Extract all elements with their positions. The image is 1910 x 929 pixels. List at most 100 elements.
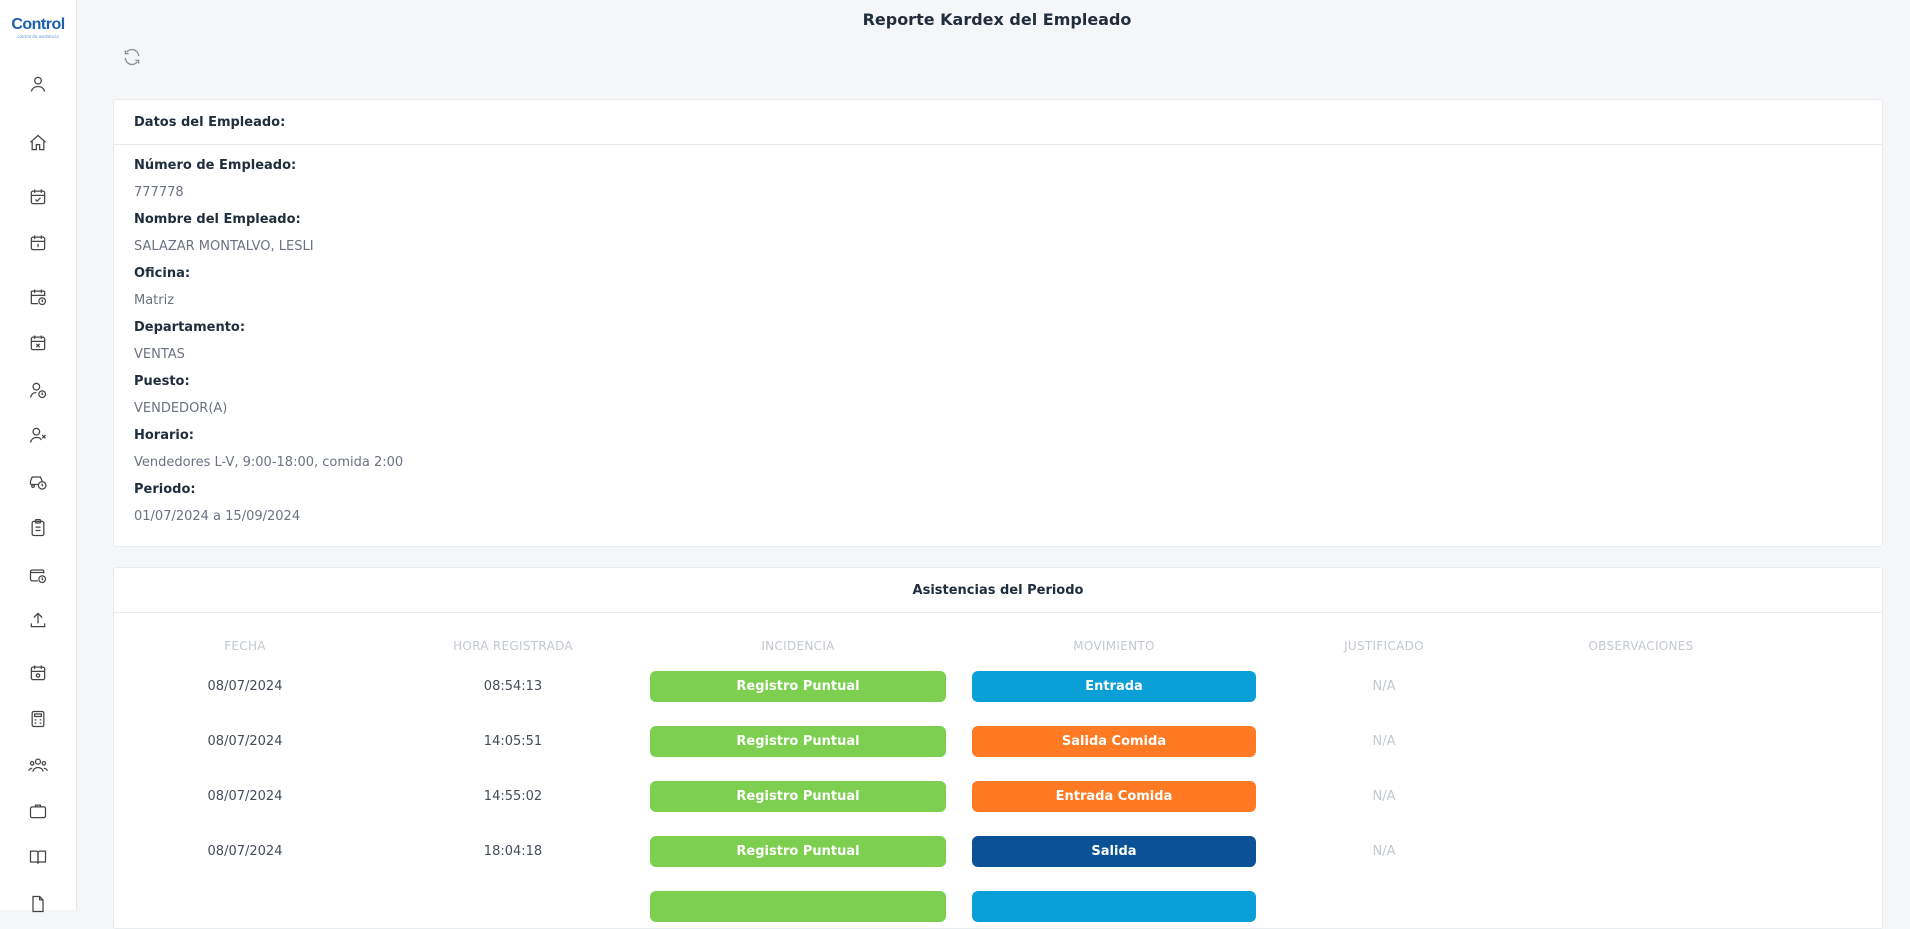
- user-icon: [30, 76, 46, 92]
- column-header-incidencia[interactable]: INCIDENCIA: [650, 639, 946, 653]
- upload-icon: [30, 612, 46, 628]
- sidebar: Control control de asistencia: [0, 0, 77, 913]
- cell-movimiento: Salida Comida: [946, 726, 1282, 757]
- employee-info: Número de Empleado: 777778 Nombre del Em…: [114, 145, 1882, 541]
- book-icon: [29, 850, 47, 864]
- position-label: Puesto:: [134, 374, 190, 389]
- employee-card-header: Datos del Empleado:: [114, 100, 1882, 145]
- column-header-fecha[interactable]: FECHA: [114, 639, 376, 653]
- cell-hora: 08:54:13: [483, 679, 543, 694]
- department-value: VENTAS: [134, 347, 185, 362]
- incidencia-badge: Registro Puntual: [650, 726, 946, 757]
- document-icon: [32, 895, 44, 913]
- wallet-clock-icon: [29, 569, 47, 584]
- column-header-observaciones[interactable]: OBSERVACIONES: [1486, 639, 1796, 653]
- office-value: Matriz: [134, 293, 175, 308]
- attendance-card: Asistencias del Periodo FECHA HORA REGIS…: [113, 567, 1883, 929]
- column-header-hora[interactable]: HORA REGISTRADA: [376, 639, 650, 653]
- clipboard-icon: [31, 519, 45, 537]
- briefcase-icon: [29, 804, 47, 819]
- user-x-icon: [29, 427, 46, 443]
- cell-incidencia: Registro Puntual: [650, 781, 946, 812]
- calendar-x-icon: [30, 335, 46, 351]
- users-icon: [28, 758, 48, 772]
- sidebar-item-calendar-clock[interactable]: [24, 283, 52, 311]
- schedule-label: Horario:: [134, 428, 194, 443]
- employee-name-value: SALAZAR MONTALVO, LESLI: [134, 239, 314, 254]
- home-icon: [30, 134, 46, 151]
- period-value: 01/07/2024 a 15/09/2024: [134, 509, 301, 524]
- sidebar-item-upload[interactable]: [24, 606, 52, 634]
- cell-hora: 14:55:02: [483, 789, 543, 804]
- user-clock-icon: [29, 382, 47, 399]
- column-header-movimiento[interactable]: MOVIMIENTO: [946, 639, 1282, 653]
- column-header-justificado[interactable]: JUSTIFICADO: [1282, 639, 1486, 653]
- sidebar-item-calendar-star[interactable]: [24, 659, 52, 687]
- cell-justificado: N/A: [1372, 679, 1396, 694]
- cell-justificado: N/A: [1372, 734, 1396, 749]
- schedule-value: Vendedores L-V, 9:00-18:00, comida 2:00: [134, 455, 404, 470]
- incidencia-badge: Registro Puntual: [650, 781, 946, 812]
- movimiento-badge: Salida Comida: [972, 726, 1256, 757]
- sidebar-item-car-clock[interactable]: [24, 468, 52, 496]
- cell-movimiento: Entrada: [946, 671, 1282, 702]
- cell-incidencia: Registro Puntual: [650, 836, 946, 867]
- sidebar-item-user-clock[interactable]: [24, 376, 52, 404]
- sidebar-item-user-x[interactable]: [24, 421, 52, 449]
- sidebar-item-calendar-x[interactable]: [24, 329, 52, 357]
- sidebar-item-clipboard[interactable]: [24, 514, 52, 542]
- table-row: 08/07/2024 14:05:51 Registro Puntual Sal…: [114, 714, 1882, 769]
- calendar-star-icon: [30, 665, 46, 681]
- attendance-card-header: Asistencias del Periodo: [114, 568, 1882, 613]
- cell-incidencia: Registro Puntual: [650, 671, 946, 702]
- movimiento-badge: Entrada: [972, 671, 1256, 702]
- incidencia-badge: [650, 891, 946, 922]
- cell-movimiento: Entrada Comida: [946, 781, 1282, 812]
- cell-movimiento: Salida: [946, 836, 1282, 867]
- sidebar-item-wallet-clock[interactable]: [24, 561, 52, 589]
- refresh-button[interactable]: [119, 44, 145, 70]
- incidencia-badge: Registro Puntual: [650, 836, 946, 867]
- attendance-table-header: FECHA HORA REGISTRADA INCIDENCIA MOVIMIE…: [114, 613, 1882, 659]
- employee-card: Datos del Empleado: Número de Empleado: …: [113, 99, 1883, 547]
- movimiento-badge: [972, 891, 1256, 922]
- department-label: Departamento:: [134, 320, 246, 335]
- movimiento-badge: Salida: [972, 836, 1256, 867]
- table-row: 08/07/2024 08:54:13 Registro Puntual Ent…: [114, 659, 1882, 714]
- cell-movimiento: [946, 891, 1282, 922]
- calendar-day-icon: [30, 235, 46, 251]
- movimiento-badge: Entrada Comida: [972, 781, 1256, 812]
- table-row: 08/07/2024 14:55:02 Registro Puntual Ent…: [114, 769, 1882, 824]
- cell-fecha: 08/07/2024: [207, 734, 283, 749]
- car-clock-icon: [29, 476, 47, 490]
- sidebar-item-book[interactable]: [24, 843, 52, 871]
- employee-number-label: Número de Empleado:: [134, 158, 297, 173]
- sidebar-item-home[interactable]: [24, 129, 52, 157]
- table-row: [114, 879, 1882, 928]
- sidebar-item-calendar-check[interactable]: [24, 183, 52, 211]
- app-logo[interactable]: Control control de asistencia: [10, 16, 66, 44]
- calculator-icon: [31, 710, 45, 728]
- cell-fecha: 08/07/2024: [207, 789, 283, 804]
- incidencia-badge: Registro Puntual: [650, 671, 946, 702]
- logo-text: Control: [11, 16, 65, 33]
- cell-justificado: N/A: [1372, 844, 1396, 859]
- logo-subtitle: control de asistencia: [17, 34, 59, 39]
- position-value: VENDEDOR(A): [134, 401, 228, 416]
- sidebar-item-document[interactable]: [24, 890, 52, 918]
- calendar-check-icon: [30, 189, 46, 205]
- table-row: 08/07/2024 18:04:18 Registro Puntual Sal…: [114, 824, 1882, 879]
- sidebar-item-profile[interactable]: [24, 70, 52, 98]
- sidebar-item-users[interactable]: [24, 751, 52, 779]
- cell-justificado: N/A: [1372, 789, 1396, 804]
- cell-incidencia: Registro Puntual: [650, 726, 946, 757]
- sidebar-item-briefcase[interactable]: [24, 797, 52, 825]
- refresh-icon: [124, 48, 140, 66]
- calendar-clock-icon: [30, 289, 47, 306]
- sidebar-item-calendar-day[interactable]: [24, 229, 52, 257]
- page-title: Reporte Kardex del Empleado: [862, 10, 1132, 29]
- sidebar-item-calculator[interactable]: [24, 705, 52, 733]
- office-label: Oficina:: [134, 266, 191, 281]
- cell-fecha: 08/07/2024: [207, 844, 283, 859]
- cell-hora: 14:05:51: [483, 734, 543, 749]
